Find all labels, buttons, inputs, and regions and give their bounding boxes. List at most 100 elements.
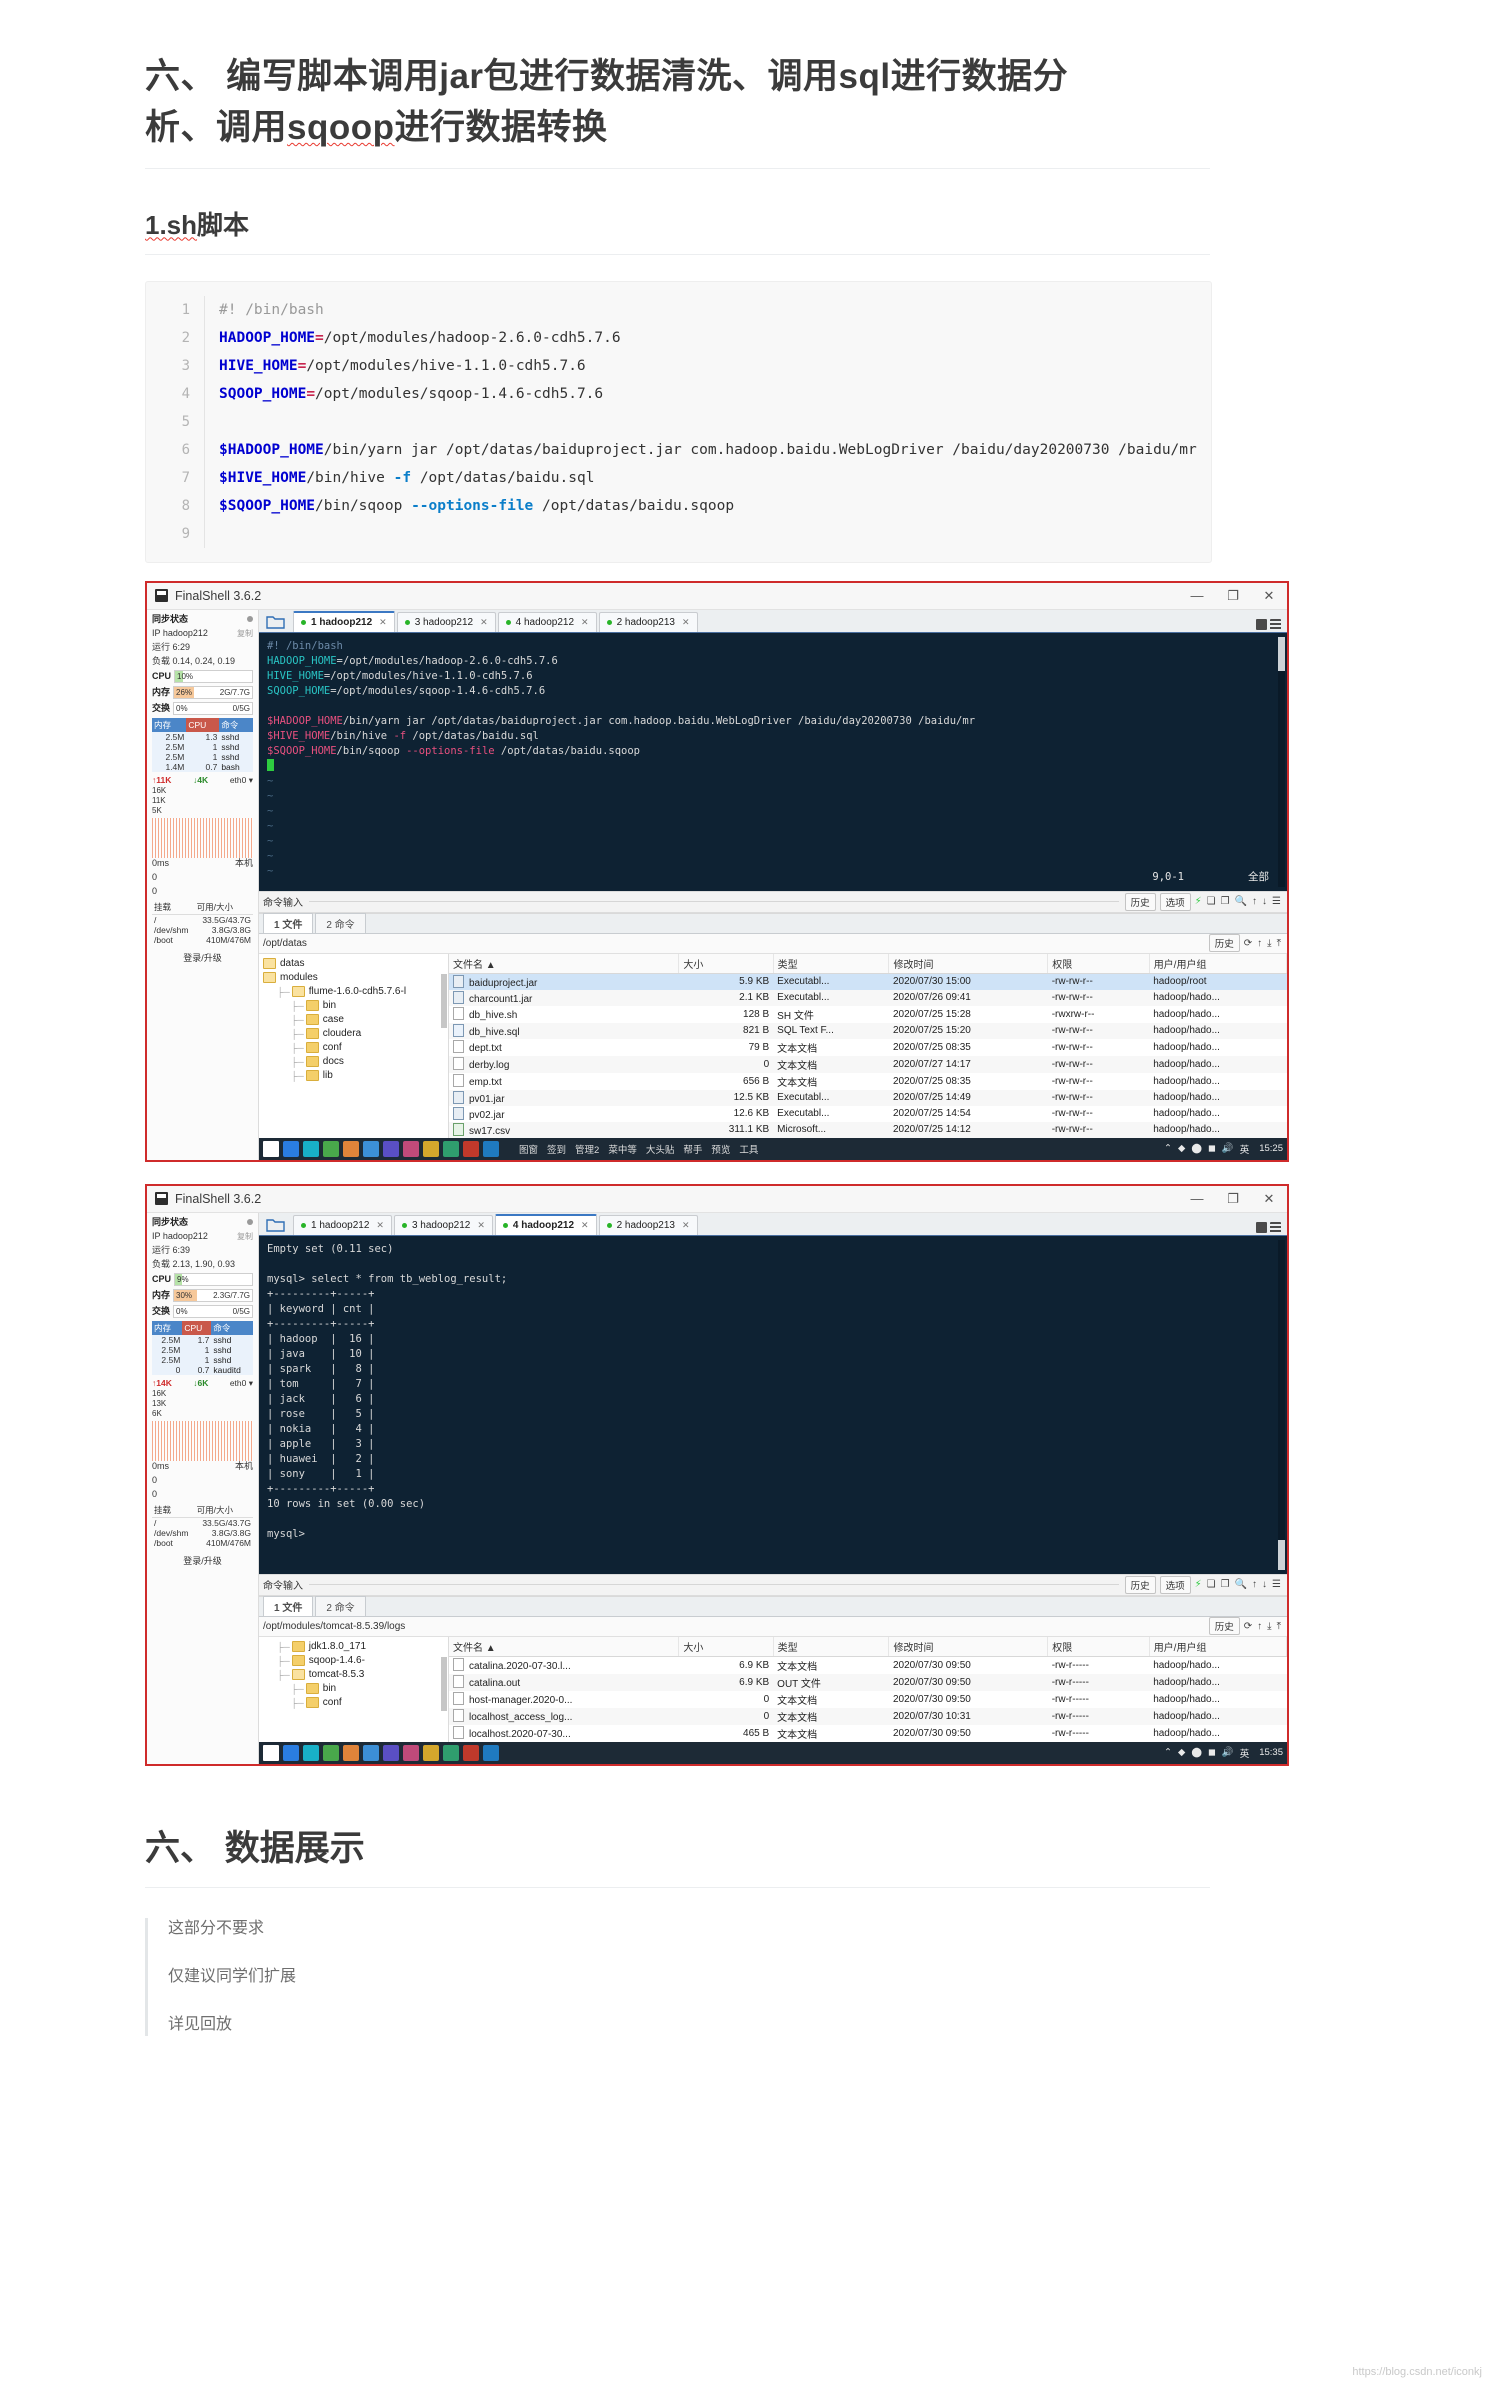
login-upgrade-link[interactable]: 登录/升级 [152,1548,253,1571]
tree-node[interactable]: ├─ case [263,1013,448,1027]
file-list-header[interactable]: 大小 [678,1636,774,1657]
clipboard-icon-2[interactable]: ❏ [1207,1579,1216,1590]
taskbar-app-icon[interactable] [323,1140,339,1157]
command-input-field-1[interactable] [309,901,1119,902]
network-interface-select[interactable]: eth0 ▾ [230,1378,253,1389]
windows-start-icon[interactable] [263,1140,279,1157]
file-list-header[interactable]: 大小 [678,953,774,974]
tab-close-icon[interactable]: ✕ [682,617,690,628]
tab-close-icon[interactable]: ✕ [376,1220,384,1231]
close-button-1[interactable]: ✕ [1251,583,1287,609]
history-button-2[interactable]: 历史 [1124,1575,1156,1594]
command-input-bar-2[interactable]: 命令输入 历史 选项 ⚡ ❏ ❐ 🔍 ↑ ↓ ☰ [259,1573,1287,1596]
taskbar-app-icon[interactable] [443,1140,459,1157]
file-list-header[interactable]: 权限 [1047,1636,1150,1657]
taskbar-tool-item[interactable]: 图窗 [519,1142,538,1156]
tab-close-icon[interactable]: ✕ [581,617,589,628]
taskbar-app-icon[interactable] [383,1140,399,1157]
file-manager-tab-2[interactable]: 2 命令 [315,1595,366,1616]
file-list-header[interactable]: 修改时间 [888,953,1049,974]
taskbar-app-icon[interactable] [283,1140,299,1157]
tab-close-icon[interactable]: ✕ [477,1220,485,1231]
bolt-icon-1[interactable]: ⚡ [1195,896,1202,907]
table-row[interactable]: pv01.jar 12.5 KB Executabl... 2020/07/25… [449,1089,1287,1106]
taskbar-app-icon[interactable] [423,1140,439,1157]
arrow-up-icon-1[interactable]: ↑ [1252,896,1257,907]
taskbar-app-icon[interactable] [303,1744,319,1761]
arrow-up-icon-2[interactable]: ↑ [1252,1579,1257,1590]
table-row[interactable]: localhost.2020-07-30... 465 B 文本文档 2020/… [449,1725,1287,1742]
taskbar-app-icon[interactable] [343,1744,359,1761]
file-manager-tab-1[interactable]: 1 文件 [263,1595,314,1616]
table-row[interactable]: db_hive.sql 821 B SQL Text F... 2020/07/… [449,1022,1287,1039]
taskbar-app-icon[interactable] [463,1140,479,1157]
upload-arrow-icon-1[interactable]: ↑ [1257,938,1262,949]
layout-grid-icon-1[interactable] [1256,618,1287,632]
directory-tree-1[interactable]: datas modules ├─ flume-1.6.0-cdh5.7.6-l … [259,953,449,1138]
taskbar-app-icon[interactable] [363,1140,379,1157]
ime-language-indicator[interactable]: 英 [1240,1142,1250,1156]
tree-scrollbar-1[interactable] [441,973,447,1028]
tree-node[interactable]: ├─ tomcat-8.5.3 [263,1668,448,1682]
table-row[interactable]: catalina.out 6.9 KB OUT 文件 2020/07/30 09… [449,1673,1287,1691]
taskbar-app-icon[interactable] [423,1744,439,1761]
taskbar-app-icon[interactable] [323,1744,339,1761]
maximize-button-1[interactable]: ❐ [1215,583,1251,609]
tray-icon-2[interactable]: ⬤ [1191,1143,1202,1154]
upload-arrow-icon-2[interactable]: ↑ [1257,1621,1262,1632]
file-manager-tab-2[interactable]: 2 命令 [315,912,366,933]
session-tab-3[interactable]: 4 hadoop212 ✕ [494,1213,597,1235]
terminal-scrollbar-1[interactable] [1278,636,1285,887]
tree-node[interactable]: ├─ jdk1.8.0_171 [263,1640,448,1654]
menu-icon-1[interactable]: ☰ [1272,896,1281,907]
tree-node[interactable]: ├─ sqoop-1.4.6- [263,1654,448,1668]
file-list-2[interactable]: 文件名 ▲ 大小 类型 修改时间 权限 用户/用户组 catalina.2020-07-3… [449,1636,1288,1742]
taskbar-tool-item[interactable]: 菜中等 [608,1142,637,1156]
terminal-output-2[interactable]: Empty set (0.11 sec) mysql> select * fro… [259,1235,1287,1574]
file-list-header[interactable]: 权限 [1047,953,1150,974]
taskbar-app-icon[interactable] [483,1140,499,1157]
copy-ip-button[interactable]: 复制 [237,1231,253,1242]
table-row[interactable]: derby.log 0 文本文档 2020/07/27 14:17 -rw-rw… [449,1055,1287,1073]
table-row[interactable]: host-manager.2020-0... 0 文本文档 2020/07/30… [449,1691,1287,1708]
tree-node[interactable]: modules [263,971,448,985]
tree-node[interactable]: ├─ cloudera [263,1027,448,1041]
minimize-button-1[interactable]: — [1179,583,1215,609]
maximize-button-2[interactable]: ❐ [1215,1186,1251,1212]
taskbar-app-icon[interactable] [383,1744,399,1761]
download-icon-1[interactable]: ⤓ [1267,938,1271,949]
ime-language-indicator[interactable]: 英 [1240,1746,1250,1760]
terminal-scrollbar-2[interactable] [1278,1239,1285,1570]
taskbar-app-icon[interactable] [443,1744,459,1761]
taskbar-tool-item[interactable]: 工具 [739,1142,758,1156]
minimize-button-2[interactable]: — [1179,1186,1215,1212]
file-list-header[interactable]: 类型 [773,1636,890,1657]
tray-icon-1[interactable]: ◆ [1178,1747,1185,1758]
copy-icon-1[interactable]: ❐ [1221,896,1230,907]
taskbar-tool-item[interactable]: 大头贴 [646,1142,675,1156]
table-row[interactable]: db_hive.sh 128 B SH 文件 2020/07/25 15:28 … [449,1006,1287,1023]
tray-icon-1[interactable]: ◆ [1178,1143,1185,1154]
volume-icon[interactable]: 🔊 [1222,1747,1234,1758]
table-row[interactable]: dept.txt 79 B 文本文档 2020/07/25 08:35 -rw-… [449,1039,1287,1056]
file-list-header[interactable]: 修改时间 [888,1636,1049,1657]
upload-icon-2[interactable]: ⤒ [1277,1621,1281,1632]
session-tab-1[interactable]: 1 hadoop212 ✕ [293,610,395,632]
file-path-bar-1[interactable]: /opt/datas 历史 ⟳ ↑ ⤓ ⤒ [259,933,1287,954]
taskbar-app-icon[interactable] [483,1744,499,1761]
chevron-up-icon[interactable]: ⌃ [1164,1143,1172,1154]
login-upgrade-link[interactable]: 登录/升级 [152,945,253,968]
tree-scrollbar-2[interactable] [441,1656,447,1711]
menu-icon-2[interactable]: ☰ [1272,1579,1281,1590]
session-tab-2[interactable]: 3 hadoop212 ✕ [396,611,496,632]
tree-node[interactable]: ├─ flume-1.6.0-cdh5.7.6-l [263,985,448,999]
history-button-1[interactable]: 历史 [1124,892,1156,911]
file-manager-tab-1[interactable]: 1 文件 [263,912,314,933]
table-row[interactable]: localhost_access_log... 0 文本文档 2020/07/3… [449,1707,1287,1725]
open-folder-icon-1[interactable] [265,613,287,631]
taskbar-tool-item[interactable]: 帮手 [683,1142,702,1156]
taskbar-app-icon[interactable] [363,1744,379,1761]
layout-grid-icon-2[interactable] [1256,1221,1287,1235]
tree-node[interactable]: ├─ docs [263,1055,448,1069]
bolt-icon-2[interactable]: ⚡ [1195,1579,1202,1590]
